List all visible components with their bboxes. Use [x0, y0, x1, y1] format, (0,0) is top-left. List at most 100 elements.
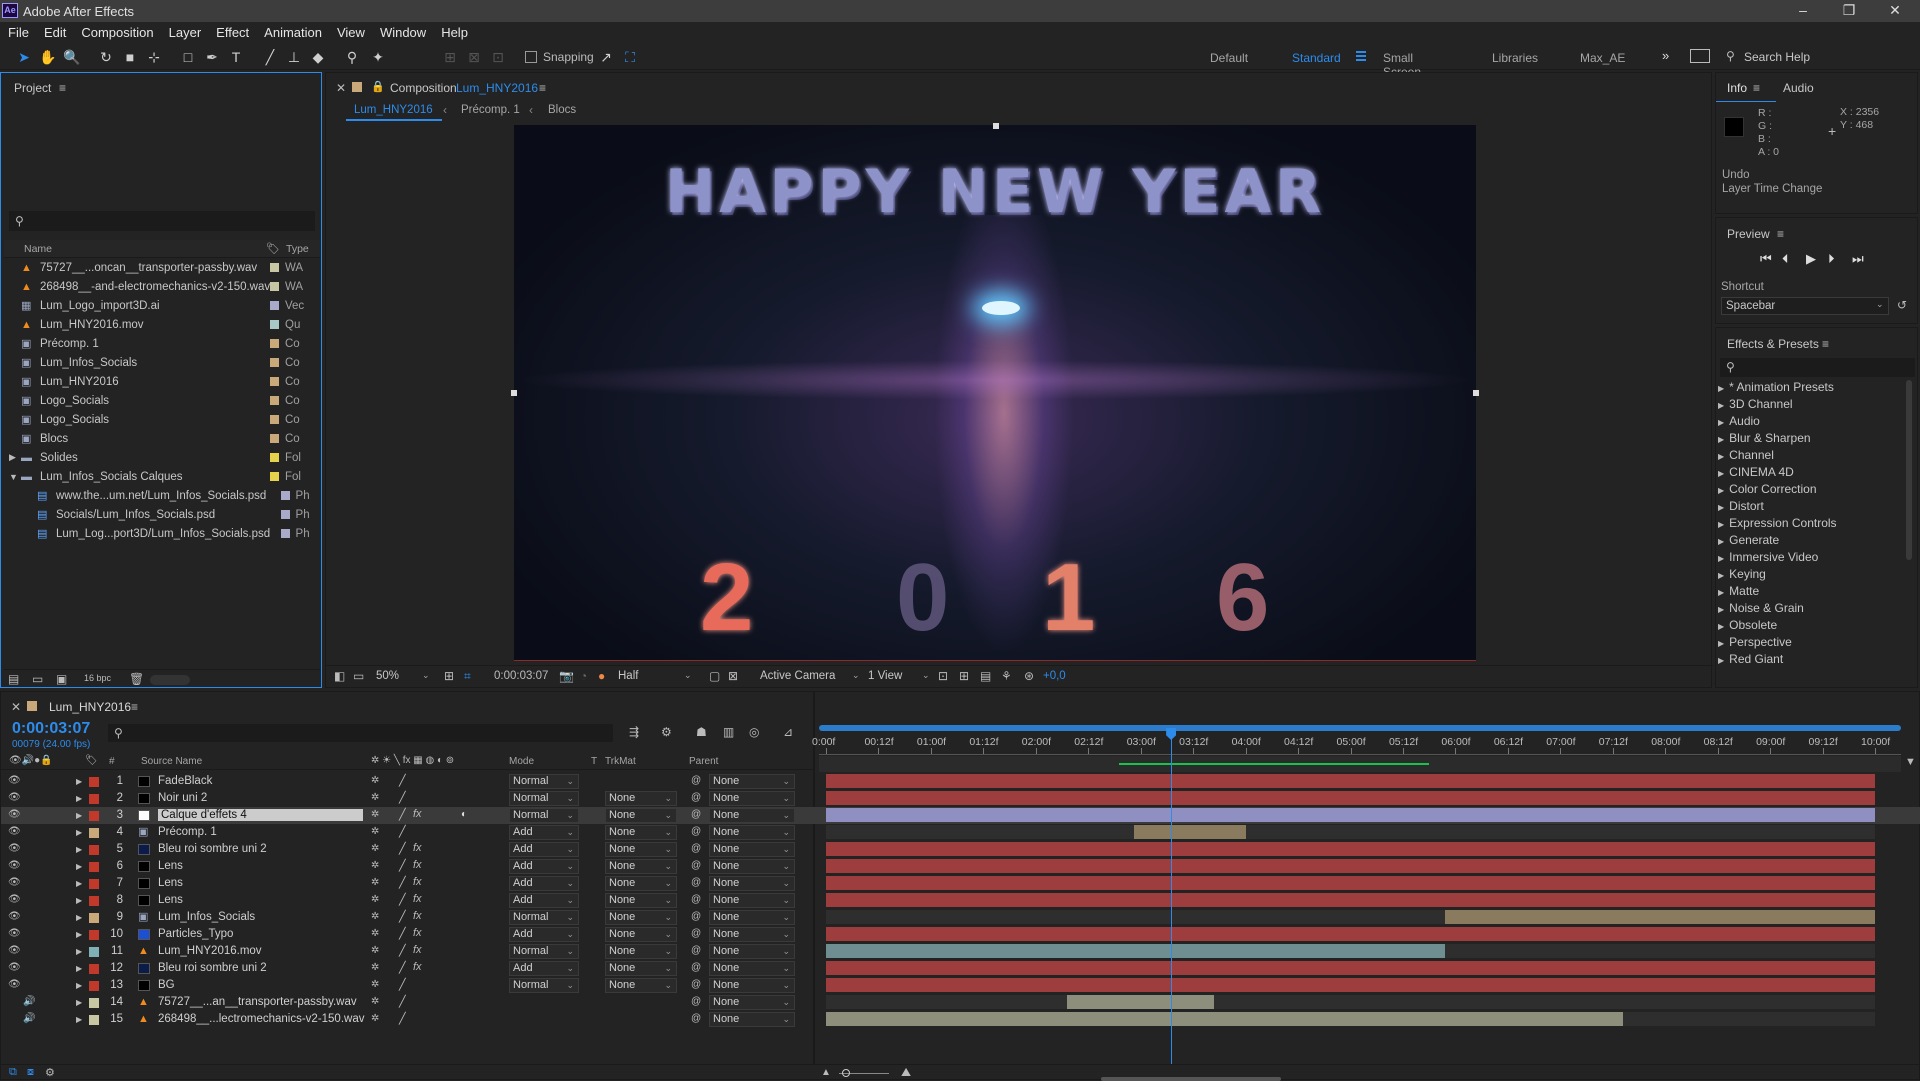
quality-switch-icon[interactable]: ╱ [399, 791, 406, 804]
trkmat-dropdown[interactable]: None ⌄ [605, 876, 677, 891]
rotate-tool-icon[interactable]: ↻ [96, 47, 116, 67]
eye-icon[interactable]: 👁 [8, 776, 21, 786]
panel-menu-icon[interactable]: ≡ [1753, 81, 1760, 95]
breadcrumb-lum-hny2016[interactable]: Lum_HNY2016 [346, 101, 442, 121]
resolution-dropdown[interactable]: Half ⌄ [616, 668, 696, 685]
quality-switch-icon[interactable]: ╱ [399, 995, 406, 1008]
trkmat-dropdown[interactable]: None ⌄ [605, 978, 677, 993]
column-name[interactable]: Name [24, 243, 52, 255]
expand-arrow-icon[interactable]: ▶ [76, 879, 82, 888]
workspace-standard[interactable]: Standard [1292, 51, 1341, 65]
trkmat-dropdown[interactable]: None ⌄ [605, 791, 677, 806]
expand-arrow-icon[interactable]: ▶ [76, 947, 82, 956]
effects-category[interactable]: ▶ 3D Channel [1718, 397, 1793, 411]
av-features-icon[interactable]: 👁🔊●🔒 [9, 755, 53, 766]
more-workspaces-icon[interactable]: » [1662, 48, 1669, 63]
zoom-out-icon[interactable]: ▲ [821, 1067, 831, 1078]
project-item[interactable]: ▣ Logo_Socials Co [5, 391, 317, 410]
reset-exposure-icon[interactable]: ⊛ [1024, 669, 1034, 683]
parent-pickwhip-icon[interactable]: @ [691, 911, 701, 922]
label-swatch[interactable] [89, 811, 99, 821]
breadcrumb-blocs[interactable]: Blocs [548, 104, 576, 116]
minimize-icon[interactable]: – [1780, 2, 1826, 20]
layer-row[interactable]: 🔊 ▶ 14 ▲ 75727__...an__transporter-passby.wa… [1, 994, 1920, 1011]
label-swatch[interactable] [89, 828, 99, 838]
trkmat-dropdown[interactable]: None ⌄ [605, 842, 677, 857]
project-search-input[interactable]: ⚲ [9, 211, 315, 231]
label-swatch[interactable] [270, 434, 279, 443]
fx-switch-icon[interactable]: fx [413, 859, 422, 871]
thumbnail-scroll[interactable] [150, 675, 190, 685]
work-area-bar[interactable] [819, 725, 1901, 731]
blend-mode-dropdown[interactable]: Add ⌄ [509, 842, 579, 857]
blend-mode-dropdown[interactable]: Normal ⌄ [509, 808, 579, 823]
transparency-grid-icon[interactable]: ⊠ [728, 669, 738, 683]
layer-row[interactable]: 👁 ▶ 2 Noir uni 2 ✲ ╱ Normal ⌄ None ⌄ @ None ⌄ [1, 790, 1920, 807]
label-swatch[interactable] [270, 301, 279, 310]
column-parent[interactable]: Parent [689, 756, 718, 767]
layer-duration-bar[interactable] [826, 859, 1875, 873]
last-frame-icon[interactable]: ⏭ [1852, 251, 1864, 267]
expand-arrow-icon[interactable]: ▶ [76, 1015, 82, 1024]
quality-switch-icon[interactable]: ╱ [399, 978, 406, 991]
eye-icon[interactable]: 👁 [8, 963, 21, 973]
shy-switch-icon[interactable]: ✲ [371, 843, 379, 854]
effects-category[interactable]: ▶ Noise & Grain [1718, 601, 1804, 615]
layer-row[interactable]: 👁 ▶ 13 BG ✲ ╱ Normal ⌄ None ⌄ @ None ⌄ [1, 977, 1920, 994]
effects-title[interactable]: Effects & Presets [1727, 337, 1819, 351]
camera-tool-icon[interactable]: ■ [120, 47, 140, 67]
project-item[interactable]: ▼ ▬ Lum_Infos_Socials Calques Fol [5, 467, 317, 486]
eye-icon[interactable]: 👁 [8, 878, 21, 888]
layer-duration-bar[interactable] [826, 774, 1875, 788]
parent-dropdown[interactable]: None ⌄ [709, 978, 795, 993]
expand-arrow-icon[interactable]: ▶ [76, 896, 82, 905]
eye-icon[interactable]: 👁 [8, 912, 21, 922]
workspace-max-ae[interactable]: Max_AE [1580, 51, 1625, 65]
label-swatch[interactable] [89, 896, 99, 906]
shy-switch-icon[interactable]: ✲ [371, 962, 379, 973]
parent-pickwhip-icon[interactable]: @ [691, 792, 701, 803]
zoom-in-icon[interactable]: ⛰ [901, 1065, 911, 1080]
puppet-pin-tool-icon[interactable]: ✦ [368, 47, 388, 67]
first-frame-icon[interactable]: ⏮ [1760, 251, 1772, 267]
hand-tool-icon[interactable]: ✋ [38, 47, 58, 67]
layer-duration-bar[interactable] [826, 927, 1875, 941]
eye-icon[interactable]: 👁 [8, 980, 21, 990]
timeline-scrollbar[interactable] [1101, 1077, 1281, 1081]
parent-dropdown[interactable]: None ⌄ [709, 944, 795, 959]
comp-panel-name[interactable]: Lum_HNY2016 [456, 81, 538, 95]
parent-dropdown[interactable]: None ⌄ [709, 842, 795, 857]
effects-category[interactable]: ▶ Matte [1718, 584, 1759, 598]
close-tab-icon[interactable]: ✕ [11, 700, 21, 714]
project-item[interactable]: ▦ Lum_Logo_import3D.ai Vec [5, 296, 317, 315]
views-dropdown[interactable]: 1 View ⌄ [866, 668, 932, 685]
expand-arrow-icon[interactable]: ▶ [76, 862, 82, 871]
parent-dropdown[interactable]: None ⌄ [709, 927, 795, 942]
zoom-slider-knob[interactable] [842, 1069, 850, 1077]
label-swatch[interactable] [89, 930, 99, 940]
playhead-line[interactable] [1171, 732, 1173, 1064]
effects-category[interactable]: ▶ Keying [1718, 567, 1766, 581]
preview-title[interactable]: Preview [1727, 227, 1770, 241]
frame-blending-icon[interactable]: ▥ [723, 725, 734, 739]
label-swatch[interactable] [270, 263, 279, 272]
effects-search-input[interactable]: ⚲ [1720, 358, 1915, 377]
parent-dropdown[interactable]: None ⌄ [709, 910, 795, 925]
eye-icon[interactable]: 👁 [8, 861, 21, 871]
trkmat-dropdown[interactable]: None ⌄ [605, 808, 677, 823]
trkmat-dropdown[interactable]: None ⌄ [605, 910, 677, 925]
menu-window[interactable]: Window [380, 25, 426, 40]
tab-info[interactable]: Info [1727, 81, 1747, 95]
effects-category[interactable]: ▶ * Animation Presets [1718, 380, 1834, 394]
blend-mode-dropdown[interactable]: Add ⌄ [509, 825, 579, 840]
timeline-icon[interactable]: ▤ [980, 669, 991, 683]
label-swatch[interactable] [89, 998, 99, 1008]
shy-switch-icon[interactable]: ✲ [371, 911, 379, 922]
label-swatch[interactable] [270, 282, 279, 291]
parent-pickwhip-icon[interactable]: @ [691, 962, 701, 973]
layer-row[interactable]: 👁 ▶ 1 FadeBlack ✲ ╱ Normal ⌄ @ None ⌄ [1, 773, 1920, 790]
brush-tool-icon[interactable]: ╱ [260, 47, 280, 67]
expand-arrow-icon[interactable]: ▶ [76, 930, 82, 939]
mask-visibility-icon[interactable]: ⌗ [464, 669, 471, 684]
label-swatch[interactable] [270, 396, 279, 405]
